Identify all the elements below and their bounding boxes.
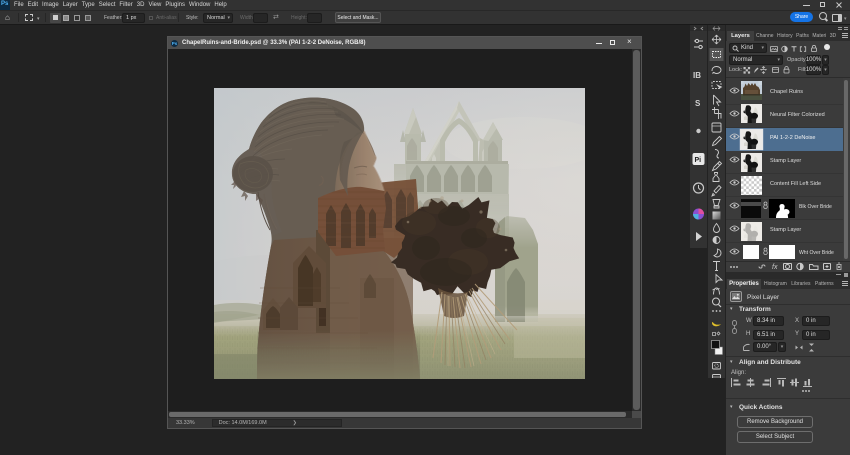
svg-text:Stamp Layer: Stamp Layer xyxy=(770,158,801,164)
svg-text:Pi: Pi xyxy=(695,157,702,164)
svg-text:Blk Over Bride: Blk Over Bride xyxy=(799,204,832,210)
svg-text:fx: fx xyxy=(772,264,778,271)
svg-text:Wht Over Bride: Wht Over Bride xyxy=(799,250,834,256)
svg-text:S: S xyxy=(695,99,701,108)
svg-text:IB: IB xyxy=(693,71,701,80)
svg-text:PAI 1-2-2 DeNoise: PAI 1-2-2 DeNoise xyxy=(770,135,815,141)
svg-text:Stamp Layer: Stamp Layer xyxy=(770,227,801,233)
svg-text:Neural Filter Colorized: Neural Filter Colorized xyxy=(770,112,825,118)
svg-text:Chapel Ruins: Chapel Ruins xyxy=(770,89,803,95)
svg-text:Content Fill Left Side: Content Fill Left Side xyxy=(770,181,821,187)
